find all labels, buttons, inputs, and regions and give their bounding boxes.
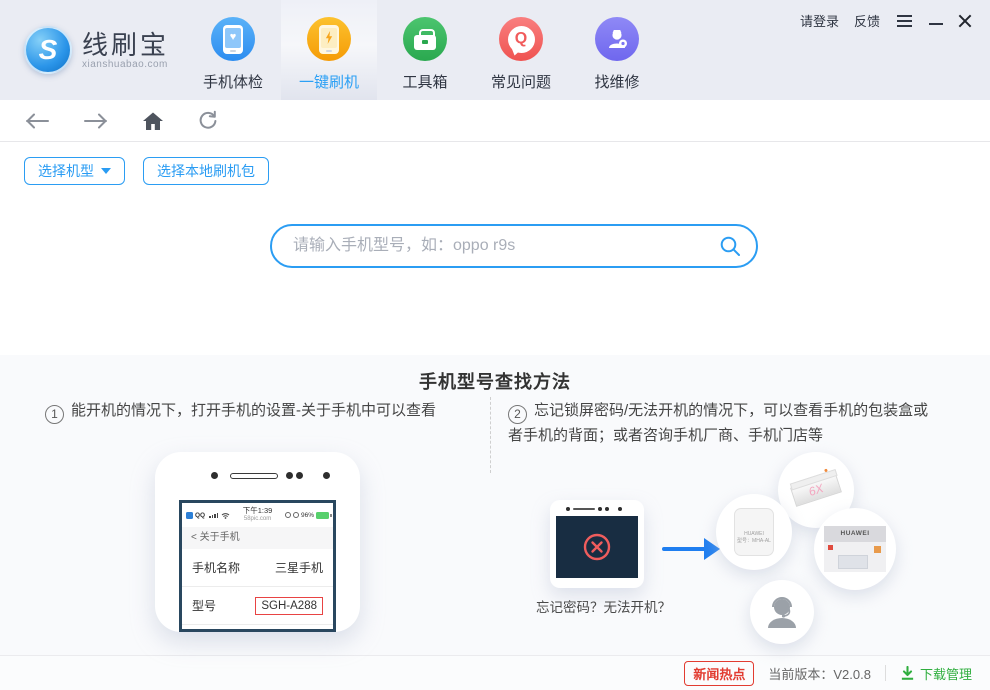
forward-button[interactable] [83, 112, 109, 130]
support-agent-icon [768, 597, 796, 628]
wifi-icon [221, 512, 230, 519]
error-circle-x-icon [583, 533, 611, 561]
select-model-button[interactable]: 选择机型 [24, 157, 125, 185]
locked-phone [550, 500, 644, 588]
download-icon [901, 665, 914, 680]
flash-page-main: 选择机型 选择本地刷机包 [0, 142, 990, 355]
status-time: 下午1:39 [242, 506, 273, 515]
qq-app-icon [186, 511, 193, 519]
phone-speaker-dots [566, 507, 622, 511]
step-2-text: 忘记锁屏密码/无法开机的情况下，可以查看手机的包装盒或者手机的背面；或者咨询手机… [508, 402, 929, 444]
flash-icon [307, 17, 351, 61]
help-step-2: 2 忘记锁屏密码/无法开机的情况下，可以查看手机的包装盒或者手机的背面；或者咨询手… [508, 399, 942, 448]
logo-icon: S [24, 26, 72, 74]
version-label: 当前版本：V2.0.8 [768, 666, 871, 682]
download-manager-label: 下载管理 [919, 666, 972, 682]
customer-service-circle [750, 580, 814, 644]
news-hotspot-button[interactable]: 新闻热点 [684, 660, 755, 686]
step-2-number: 2 [508, 404, 527, 424]
repairman-icon [595, 17, 639, 61]
column-divider [490, 397, 491, 473]
model-row: 型号 SGH-A288 [182, 587, 333, 625]
feedback-link[interactable]: 反馈 [854, 11, 880, 30]
model-value-highlight: SGH-A288 [255, 596, 323, 615]
model-search-input[interactable] [270, 224, 758, 268]
nav-item-phone-check[interactable]: ♥ 手机体检 [185, 0, 281, 100]
nav-item-toolbox[interactable]: 工具箱 [377, 0, 473, 100]
battery-icon [316, 511, 332, 519]
nav-item-faq[interactable]: Q 常见问题 [473, 0, 569, 100]
help-title: 手机型号查找方法 [419, 372, 571, 392]
select-local-package-label: 选择本地刷机包 [157, 163, 255, 179]
step-1-number: 1 [45, 404, 64, 424]
minimize-button[interactable] [929, 22, 943, 25]
phone-back-circle: HUAWEI 型号：MHA-AL [716, 494, 792, 570]
model-search [270, 224, 758, 268]
app-logo: S 线刷宝 xianshuabao.com [24, 26, 169, 74]
nav-item-repair[interactable]: 找维修 [569, 0, 665, 100]
locked-caption: 忘记密码？无法开机？ [536, 600, 671, 615]
model-help-section: 手机型号查找方法 1 能开机的情况下，打开手机的设置-关于手机中可以查看 2 忘记锁… [0, 355, 990, 655]
footer-divider [884, 665, 886, 681]
select-local-package-button[interactable]: 选择本地刷机包 [143, 157, 269, 185]
phone-check-icon: ♥ [211, 17, 255, 61]
nav-label: 工具箱 [402, 74, 448, 91]
select-model-label: 选择机型 [38, 163, 94, 179]
phone-status-bar: QQ 下午1:39 58pic.com 96% [182, 503, 333, 527]
help-step-1: 1 能开机的情况下，打开手机的设置-关于手机中可以查看 [45, 399, 490, 424]
back-brand: HUAWEI [744, 531, 764, 537]
home-button[interactable] [142, 111, 164, 131]
phone-screen: QQ 下午1:39 58pic.com 96% < 关于手机 手机名称 三星手机… [179, 500, 336, 632]
orientation-lock-icon [284, 512, 291, 518]
bluetooth-icon [292, 512, 299, 518]
main-nav: ♥ 手机体检 一键刷机 工具箱 Q 常见问题 找维修 [185, 0, 665, 100]
toolbox-icon [403, 17, 447, 61]
search-icon[interactable] [719, 235, 741, 262]
nav-label: 手机体检 [202, 74, 263, 91]
battery-percent: 96% [300, 511, 314, 519]
menu-icon[interactable] [895, 13, 914, 29]
qq-label: QQ [195, 511, 206, 519]
brand-name: 线刷宝 [82, 29, 170, 60]
box-model-label: 6X [806, 481, 826, 499]
nav-label: 常见问题 [490, 74, 551, 91]
phone-name-value: 三星手机 [274, 561, 323, 575]
about-phone-nav-row: < 关于手机 [182, 527, 333, 549]
store-circle: HUAWEI [814, 508, 896, 590]
locked-phone-illustration: 忘记密码？无法开机？ 6X HUAWEI 型号：MHA-AL HUAWEI [520, 450, 982, 650]
dropdown-caret-icon [101, 168, 111, 174]
nav-item-one-key-flash[interactable]: 一键刷机 [281, 0, 377, 100]
phone-speaker-dots [211, 472, 330, 479]
close-button[interactable] [958, 14, 972, 28]
model-label: 型号 [192, 599, 217, 613]
nav-label: 找维修 [594, 74, 640, 91]
browser-toolbar [0, 100, 990, 142]
app-header: S 线刷宝 xianshuabao.com ♥ 手机体检 一键刷机 工具箱 Q … [0, 0, 990, 100]
question-bubble-icon: Q [499, 17, 543, 61]
step-1-text: 能开机的情况下，打开手机的设置-关于手机中可以查看 [71, 402, 436, 419]
store-sign: HUAWEI [824, 526, 886, 542]
status-bar: 新闻热点 当前版本：V2.0.8 下载管理 [0, 655, 990, 690]
login-link[interactable]: 请登录 [800, 11, 839, 30]
status-site: 58pic.com [243, 516, 272, 522]
download-manager-button[interactable]: 下载管理 [900, 664, 972, 683]
phone-name-label: 手机名称 [192, 561, 241, 575]
refresh-button[interactable] [197, 110, 219, 132]
brand-domain: xianshuabao.com [82, 58, 168, 70]
arrow-right-icon [662, 538, 720, 560]
back-button[interactable] [24, 112, 50, 130]
back-model: 型号：MHA-AL [737, 538, 771, 544]
about-phone-illustration: QQ 下午1:39 58pic.com 96% < 关于手机 手机名称 三星手机… [155, 452, 360, 632]
phone-name-row: 手机名称 三星手机 [182, 549, 333, 587]
error-screen [556, 516, 638, 578]
nav-label: 一键刷机 [298, 74, 359, 91]
signal-bars-icon [209, 512, 219, 518]
